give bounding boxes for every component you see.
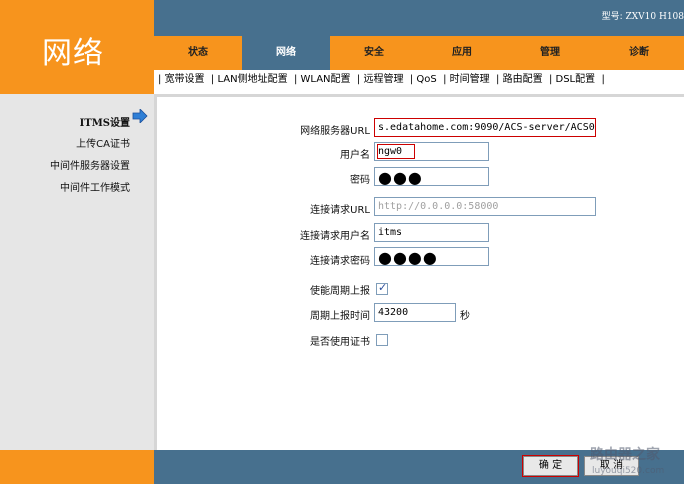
username-label: 用户名: [340, 150, 370, 161]
sidebar-item-itms[interactable]: ITMS设置: [80, 114, 130, 129]
submenu-separator: |: [492, 74, 503, 85]
tab-security[interactable]: 安全: [330, 30, 418, 70]
use-cert-label: 是否使用证书: [310, 337, 370, 348]
tab-management[interactable]: 管理: [506, 30, 594, 70]
ok-button[interactable]: 确 定: [522, 455, 579, 477]
submenu-separator: |: [545, 74, 556, 85]
conn-url-label: 连接请求URL: [310, 205, 370, 216]
tab-diagnosis[interactable]: 诊断: [594, 30, 684, 70]
checkmark-icon: ✓: [378, 281, 388, 294]
username-highlight: [377, 144, 415, 159]
model-info: 型号: ZXV10 H108: [602, 9, 684, 22]
submenu-separator: |: [290, 74, 301, 85]
brand-title: 网络: [42, 36, 104, 71]
period-input[interactable]: 43200: [374, 303, 456, 322]
brand-panel: 网络: [0, 0, 154, 94]
conn-pass-label: 连接请求密码: [310, 256, 370, 267]
periodic-report-label: 使能周期上报: [310, 286, 370, 297]
arrow-right-icon: [132, 109, 148, 123]
periodic-report-checkbox[interactable]: ✓: [376, 281, 388, 295]
top-header-bar: 型号: ZXV10 H108: [154, 0, 684, 30]
sidebar-item-upload-ca[interactable]: 上传CA证书: [76, 135, 130, 150]
period-unit: 秒: [460, 311, 470, 322]
password-label: 密码: [350, 175, 370, 186]
watermark-text: 路由器之家: [590, 447, 660, 463]
tab-application[interactable]: 应用: [418, 30, 506, 70]
submenu-time[interactable]: 时间管理: [450, 70, 490, 90]
sub-menu-bar: | 宽带设置 | LAN侧地址配置 | WLAN配置 | 远程管理 | QoS …: [154, 70, 684, 94]
sidebar: ITMS设置 上传CA证书 中间件服务器设置 中间件工作模式: [0, 94, 154, 450]
sidebar-item-middleware-server[interactable]: 中间件服务器设置: [50, 157, 130, 172]
submenu-qos[interactable]: QoS: [416, 70, 436, 90]
model-label: 型号:: [601, 12, 623, 22]
conn-user-label: 连接请求用户名: [300, 231, 370, 242]
submenu-separator: |: [353, 74, 364, 85]
password-input[interactable]: ●●●: [374, 167, 489, 186]
submenu-separator: |: [598, 74, 605, 85]
use-cert-checkbox[interactable]: [376, 334, 388, 346]
submenu-separator: |: [439, 74, 450, 85]
sidebar-item-middleware-mode[interactable]: 中间件工作模式: [60, 179, 130, 194]
submenu-dsl[interactable]: DSL配置: [556, 70, 596, 90]
conn-pass-input[interactable]: ●●●●: [374, 247, 489, 266]
period-label: 周期上报时间: [310, 311, 370, 322]
submenu-separator: |: [207, 74, 218, 85]
model-value: ZXV10 H108: [625, 12, 684, 22]
submenu-remote-management[interactable]: 远程管理: [363, 70, 403, 90]
server-url-label: 网络服务器URL: [300, 126, 370, 137]
main-tab-bar: 状态 网络 安全 应用 管理 诊断: [154, 30, 684, 70]
submenu-routing[interactable]: 路由配置: [503, 70, 543, 90]
submenu-lan[interactable]: LAN侧地址配置: [217, 70, 287, 90]
tab-status[interactable]: 状态: [154, 30, 242, 70]
server-url-input[interactable]: s.edatahome.com:9090/ACS-server/ACS0: [374, 118, 596, 137]
conn-user-input[interactable]: itms: [374, 223, 489, 242]
submenu-separator: |: [406, 74, 417, 85]
tab-network[interactable]: 网络: [242, 30, 330, 70]
main-content: 网络服务器URL s.edatahome.com:9090/ACS-server…: [154, 94, 684, 450]
watermark-url: luyouqi520.com: [592, 466, 665, 476]
conn-url-input[interactable]: http://0.0.0.0:58000: [374, 197, 596, 216]
submenu-wlan[interactable]: WLAN配置: [301, 70, 351, 90]
submenu-broadband[interactable]: 宽带设置: [165, 70, 205, 90]
footer-left: [0, 450, 154, 484]
